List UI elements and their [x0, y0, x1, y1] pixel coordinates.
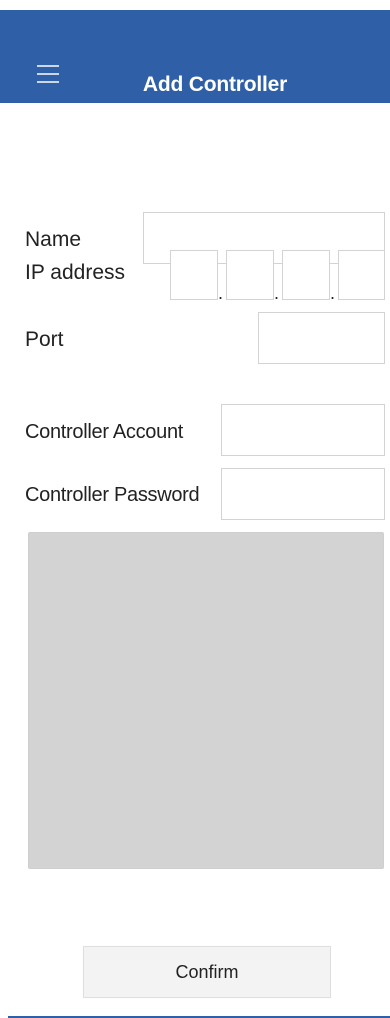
ip-segment-3-input[interactable] [282, 250, 330, 300]
confirm-button[interactable]: Confirm [83, 946, 331, 998]
ip-address-label: IP address [25, 261, 126, 284]
app-header: Add Controller [0, 10, 390, 103]
ip-segment-2-input[interactable] [226, 250, 274, 300]
info-panel [28, 532, 384, 869]
status-bar [0, 0, 390, 10]
name-label: Name [25, 228, 82, 251]
hamburger-menu-icon[interactable] [32, 59, 64, 89]
ip-segment-4-input[interactable] [338, 250, 385, 300]
controller-account-label: Controller Account [25, 421, 184, 443]
page-title: Add Controller [142, 73, 288, 96]
controller-account-input[interactable] [221, 404, 385, 456]
ip-segment-1-input[interactable] [170, 250, 218, 300]
ip-separator: . [330, 283, 336, 303]
controller-password-label: Controller Password [25, 484, 200, 506]
ip-separator: . [218, 283, 224, 303]
controller-password-input[interactable] [221, 468, 385, 520]
ip-separator: . [274, 283, 280, 303]
menu-line [37, 73, 59, 75]
port-label: Port [25, 328, 64, 351]
port-input[interactable] [258, 312, 385, 364]
menu-line [37, 65, 59, 67]
menu-line [37, 81, 59, 83]
add-controller-screen: Add Controller Name IP address . . . Por… [0, 0, 390, 1018]
